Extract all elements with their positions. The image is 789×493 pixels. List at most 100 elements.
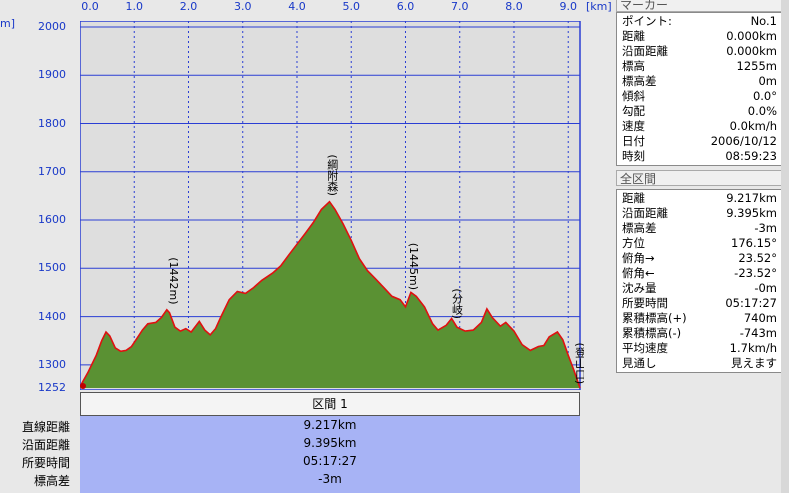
x-tick-label: 5.0 <box>342 0 360 13</box>
total-row-label: 距離 <box>622 191 645 205</box>
y-min-label: 1252 <box>38 381 66 394</box>
marker-row: 日付 2006/10/12 <box>617 134 781 149</box>
x-tick-label: 9.0 <box>559 0 577 13</box>
section-header[interactable]: 区間 1 <box>80 392 580 416</box>
total-row-label: 方位 <box>622 236 645 250</box>
total-row-value: 9.217km <box>726 191 777 205</box>
marker-row-label: 勾配 <box>622 104 645 118</box>
marker-row-label: 速度 <box>622 119 645 133</box>
peak-label: (綱附森) <box>326 154 339 196</box>
elevation-diff-label: 標高差 <box>33 474 70 488</box>
marker-row: 時刻 08:59:23 <box>617 149 781 164</box>
peak-label: (1445m) <box>407 243 420 290</box>
marker-row-value: 0m <box>758 74 777 88</box>
marker-row-value: 1255m <box>736 59 777 73</box>
elevation-diff-value: -3m <box>318 472 342 486</box>
surface-distance-label: 沿面距離 <box>21 438 70 452</box>
total-row-label: 俯角→ <box>622 251 655 265</box>
x-unit-label: [km] <box>586 0 612 13</box>
peak-label: (分岐) <box>451 288 464 319</box>
peak-label: (1442m) <box>167 257 180 304</box>
total-row-value: 23.52° <box>738 251 777 265</box>
total-row-value: 176.15° <box>731 236 777 250</box>
x-tick-label: 6.0 <box>396 0 415 13</box>
marker-row-value: 0.0° <box>752 89 777 103</box>
y-tick-label: 1400 <box>38 309 66 323</box>
total-row: 平均速度 1.7km/h <box>617 341 781 356</box>
total-row: 方位 176.15° <box>617 236 781 251</box>
marker-row: 沿面距離 0.000km <box>617 44 781 59</box>
marker-row-value: 0.0km/h <box>729 119 777 133</box>
total-row-label: 沈み量 <box>622 281 657 295</box>
total-panel-title: 全区間 <box>616 170 782 186</box>
y-tick-label: 1800 <box>38 116 66 130</box>
total-row-label: 沿面距離 <box>622 206 668 220</box>
y-tick-label: 2000 <box>38 20 66 33</box>
total-row: 俯角← -23.52° <box>617 266 781 281</box>
total-row-value: 1.7km/h <box>729 341 777 355</box>
total-row-value: -0m <box>754 281 777 295</box>
x-tick-label: 3.0 <box>233 0 252 13</box>
total-row-value: -3m <box>754 221 777 235</box>
marker-panel-title: マーカー <box>616 0 782 12</box>
x-tick-label: 1.0 <box>125 0 143 13</box>
x-tick-label: 2.0 <box>179 0 198 13</box>
x-tick-label: 4.0 <box>288 0 306 13</box>
total-row: 標高差 -3m <box>617 221 781 236</box>
required-time-value: 05:17:27 <box>303 454 357 468</box>
total-row: 沿面距離 9.395km <box>617 206 781 221</box>
total-row-value: 740m <box>743 311 777 325</box>
marker-row-value: 2006/10/12 <box>710 134 777 148</box>
total-row-value: 見えます <box>731 356 777 370</box>
y-tick-label: 1700 <box>38 164 66 178</box>
marker-row-label: 標高差 <box>622 74 657 88</box>
marker-row: 標高 1255m <box>617 59 781 74</box>
total-row: 累積標高(-) -743m <box>617 326 781 341</box>
total-row: 沈み量 -0m <box>617 281 781 296</box>
total-row-label: 累積標高(+) <box>622 311 687 325</box>
section-summary: 9.217km 9.395km 05:17:27 -3m <box>80 416 580 493</box>
marker-row-label: 傾斜 <box>622 89 645 103</box>
scrollbar[interactable] <box>781 0 789 493</box>
start-marker-icon <box>80 383 86 389</box>
marker-row-label: 日付 <box>622 134 645 148</box>
peak-label: (登山口) <box>574 343 585 385</box>
marker-row-value: 08:59:23 <box>725 149 777 163</box>
marker-row-label: 距離 <box>622 29 645 43</box>
marker-row-label: 標高 <box>622 59 645 73</box>
marker-row: 速度 0.0km/h <box>617 119 781 134</box>
marker-row-label: 沿面距離 <box>622 44 668 58</box>
y-tick-label: 1500 <box>38 261 66 275</box>
marker-row: 距離 0.000km <box>617 29 781 44</box>
y-tick-label: 1600 <box>38 213 66 227</box>
marker-row-label: 時刻 <box>622 149 645 163</box>
total-row: 俯角→ 23.52° <box>617 251 781 266</box>
marker-row-value: 0.0% <box>747 104 777 118</box>
marker-row-label: ポイント: <box>622 14 672 28</box>
total-row-value: -743m <box>739 326 777 340</box>
total-row: 距離 9.217km <box>617 191 781 206</box>
total-row: 見通し 見えます <box>617 356 781 371</box>
total-row-label: 累積標高(-) <box>622 326 682 340</box>
required-time-label: 所要時間 <box>21 456 70 470</box>
marker-row: 傾斜 0.0° <box>617 89 781 104</box>
marker-panel: ポイント: No.1 距離 0.000km 沿面距離 0.000km 標高 1255m 標高差 0… <box>616 12 782 166</box>
elevation-profile-chart[interactable]: (綱附森) (1442m) (1445m) (分岐) (登山口) <box>80 21 584 390</box>
marker-row-value: 0.000km <box>726 44 777 58</box>
total-row-label: 標高差 <box>622 221 657 235</box>
total-row-value: -23.52° <box>734 266 777 280</box>
x-tick-label: 7.0 <box>450 0 469 13</box>
total-row: 累積標高(+) 740m <box>617 311 781 326</box>
marker-row: 標高差 0m <box>617 74 781 89</box>
y-tick-label: 1900 <box>38 68 66 82</box>
marker-row: 勾配 0.0% <box>617 104 781 119</box>
marker-row-value: 0.000km <box>726 29 777 43</box>
total-row-label: 俯角← <box>622 266 655 280</box>
total-row-label: 所要時間 <box>622 296 668 310</box>
x-tick-label: 8.0 <box>505 0 523 13</box>
straight-distance-value: 9.217km <box>303 418 357 432</box>
marker-row: ポイント: No.1 <box>617 14 781 29</box>
y-tick-label: 1300 <box>38 357 66 371</box>
total-row: 所要時間 05:17:27 <box>617 296 781 311</box>
surface-distance-value: 9.395km <box>303 436 357 450</box>
